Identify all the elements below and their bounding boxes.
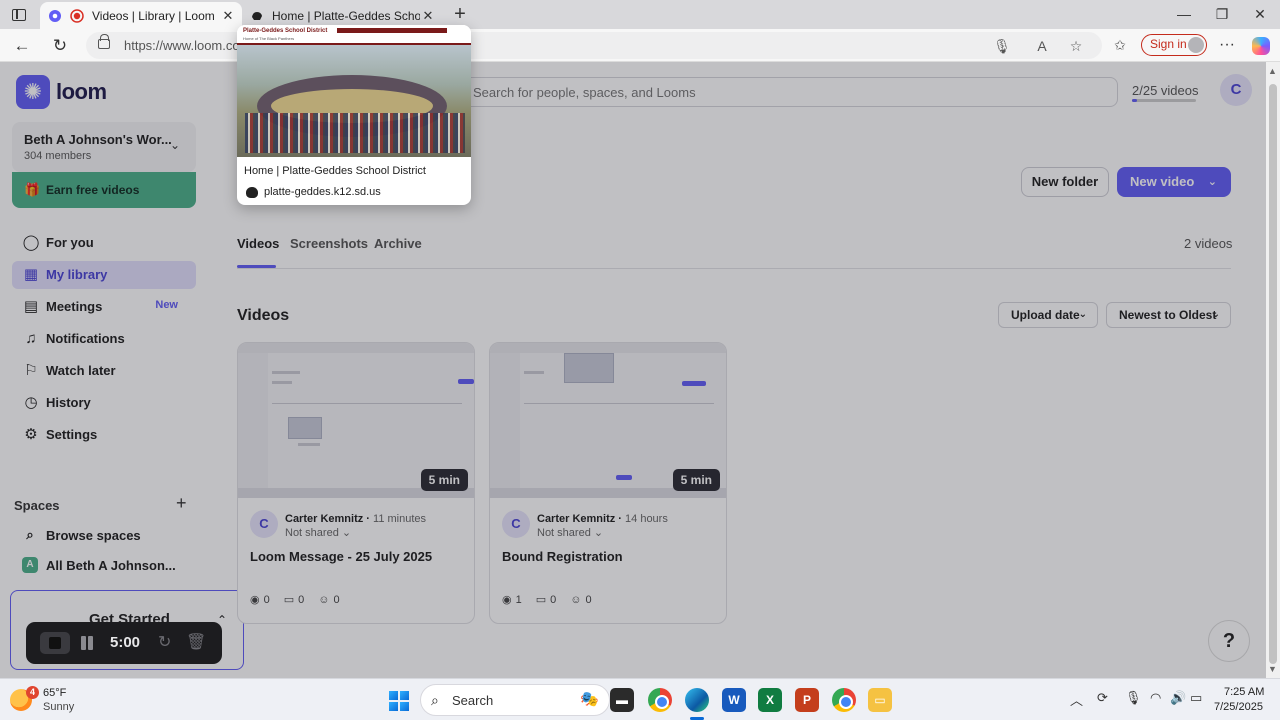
preview-site-menu [337,28,447,33]
refresh-icon[interactable]: ↻ [48,34,72,58]
edge-icon[interactable] [685,688,709,712]
file-explorer-icon[interactable]: ▭ [868,688,892,712]
panther-favicon-icon [250,9,264,23]
chrome-icon[interactable] [648,688,672,712]
lock-icon [98,34,110,49]
recording-timer: 5:00 [110,634,141,651]
tab-actions-button[interactable] [8,5,30,23]
favorites-icon[interactable]: ✩ [1110,35,1130,55]
favorite-star-icon[interactable]: ☆ [1066,36,1086,56]
clock-date[interactable]: 7/25/2025 [1214,701,1263,713]
search-icon: ⌕ [431,692,439,708]
microphone-icon[interactable]: 🎙 [1125,690,1142,706]
speaker-icon[interactable]: 🔊 [1170,690,1186,706]
clock-time[interactable]: 7:25 AM [1224,686,1264,698]
weather-temperature[interactable]: 65°F [43,687,66,699]
recording-indicator-icon [70,8,84,23]
browser-toolbar: ← ↻ https://www.loom.com 🎙 A ☆ ✩ Sign in… [0,29,1280,62]
preview-site-name: Platte-Geddes School District [243,28,328,34]
task-view-icon[interactable]: ▬ [610,688,634,712]
pause-icon[interactable] [79,634,95,652]
chrome-profile-icon[interactable] [832,688,856,712]
browser-tab-strip: Videos | Library | Loom ✕ Home | Platte-… [0,0,1280,29]
loom-favicon-icon [48,9,62,23]
taskbar-search[interactable]: ⌕ Search 🎭 [420,684,610,716]
scroll-down-icon[interactable]: ▼ [1268,664,1277,674]
preview-site-tagline: Home of The Black Panthers [243,36,295,41]
close-window-icon[interactable]: ✕ [1248,4,1272,24]
wifi-icon[interactable]: ◠ [1150,690,1161,706]
read-aloud-icon[interactable]: A [1032,36,1052,56]
new-tab-button[interactable]: + [450,3,470,25]
microphone-icon[interactable]: 🎙 [992,36,1012,56]
close-tab-icon[interactable]: ✕ [220,8,236,24]
copilot-icon[interactable] [1252,37,1270,55]
scrollbar-thumb[interactable] [1269,84,1277,664]
page-dim-overlay [0,62,1266,678]
taskbar-search-label: Search [452,693,494,708]
chevron-up-icon[interactable]: ︿ [1070,690,1083,709]
word-icon[interactable]: W [722,688,746,712]
more-options-icon[interactable]: ··· [1216,34,1238,56]
battery-icon[interactable]: ▭ [1190,690,1202,706]
preview-title: Home | Platte-Geddes School District [244,165,426,177]
tab-title: Home | Platte-Geddes School Dis [272,8,420,23]
tab-hover-preview[interactable]: Platte-Geddes School District Home of Th… [237,25,471,205]
search-highlight-icon: 🎭 [580,691,599,708]
preview-domain: platte-geddes.k12.sd.us [264,186,381,198]
scroll-up-icon[interactable]: ▲ [1268,66,1277,76]
crowd [245,113,465,153]
weather-condition[interactable]: Sunny [43,701,74,713]
minimize-icon[interactable]: — [1172,4,1196,24]
windows-start-icon[interactable] [389,691,409,711]
url-text: https://www.loom.com [124,38,251,53]
back-arrow-icon[interactable]: ← [10,34,34,58]
restore-icon[interactable]: ❐ [1210,4,1234,24]
restart-icon[interactable]: ↻ [158,632,171,652]
tab-loom-library[interactable]: Videos | Library | Loom ✕ [40,2,242,29]
excel-icon[interactable]: X [758,688,782,712]
sync-icon[interactable]: ⟳ [1097,690,1108,706]
preview-site-header: Platte-Geddes School District Home of Th… [237,25,471,45]
preview-photo [237,45,471,157]
powerpoint-icon[interactable]: P [795,688,819,712]
sign-in-label: Sign in [1150,37,1187,51]
stop-recording-button[interactable] [40,632,70,654]
recording-controls: 5:00 ↻ 🗑 [26,622,222,664]
panther-favicon-icon [246,187,258,198]
windows-taskbar: 4 65°F Sunny ⌕ Search 🎭 ▬ W X P ▭ ︿ ⟳ 🎙 … [0,678,1280,720]
trash-icon[interactable]: 🗑 [186,632,206,652]
weather-alert-badge: 4 [26,686,39,699]
profile-avatar-icon [1188,37,1204,53]
tab-title: Videos | Library | Loom [92,8,215,23]
close-tab-icon[interactable]: ✕ [420,8,436,24]
page-scrollbar[interactable]: ▲ ▼ [1266,62,1280,678]
sign-in-button[interactable]: Sign in [1141,34,1207,56]
